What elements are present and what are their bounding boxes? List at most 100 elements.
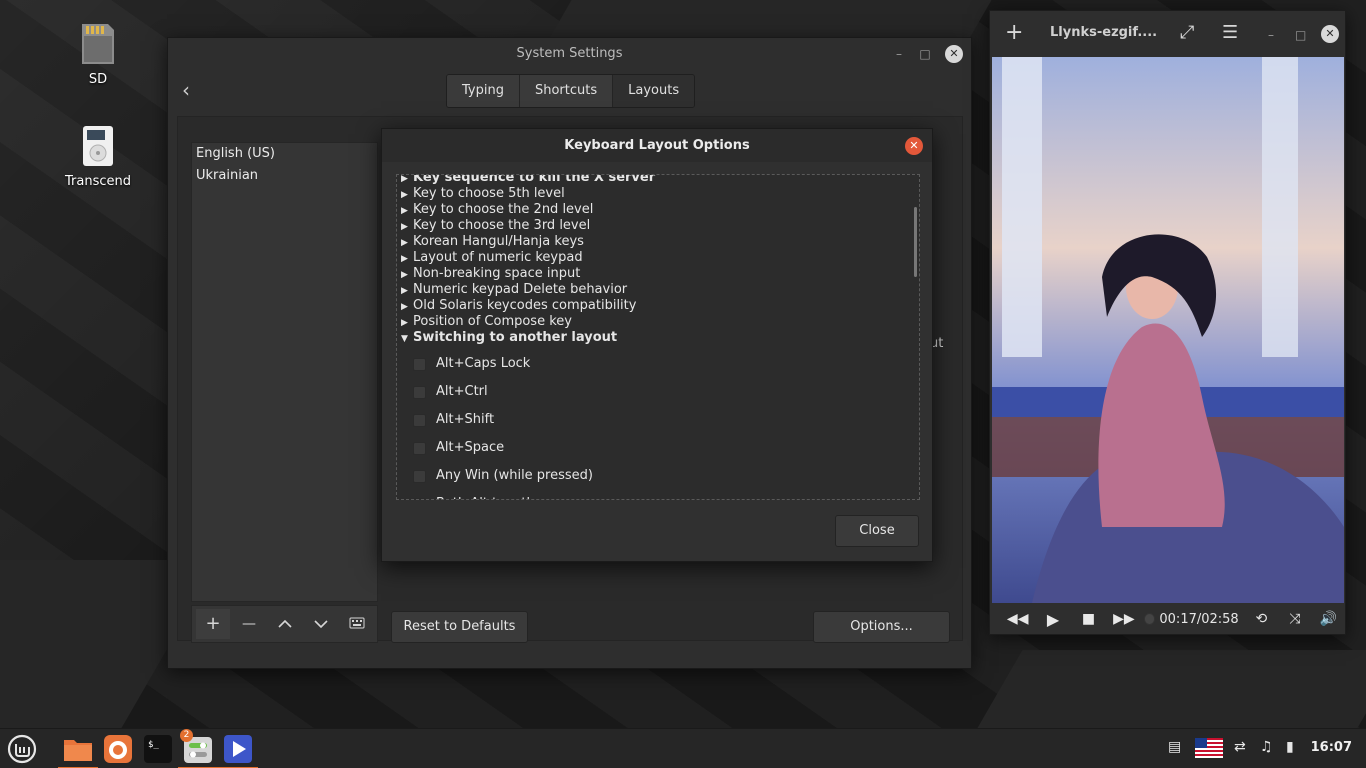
checkbox[interactable] bbox=[413, 497, 426, 499]
tree-item-label: Position of Compose key bbox=[413, 314, 572, 329]
options-button[interactable]: Options... bbox=[813, 611, 950, 643]
tree-item[interactable]: ▶ Key to choose 5th level bbox=[397, 186, 919, 202]
stop-icon[interactable]: ■ bbox=[1071, 611, 1106, 627]
close-icon[interactable]: ✕ bbox=[945, 45, 963, 63]
taskbar: $_ 2 ▤ ⇄ ♫ ▮ 16:07 bbox=[0, 728, 1366, 768]
bg-shape bbox=[977, 650, 1366, 728]
add-layout-button[interactable]: + bbox=[196, 609, 230, 639]
volume-icon[interactable]: 🔊 bbox=[1312, 611, 1345, 627]
notes-icon[interactable]: ▤ bbox=[1168, 739, 1181, 755]
desktop-icon-label: Transcend bbox=[65, 174, 131, 189]
terminal-icon[interactable]: $_ bbox=[142, 733, 174, 765]
sd-card-icon bbox=[78, 22, 118, 66]
clock[interactable]: 16:07 bbox=[1311, 740, 1352, 755]
option-checkbox-row[interactable]: Alt+Ctrl bbox=[397, 378, 919, 406]
expander-right-icon: ▶ bbox=[401, 302, 408, 312]
layout-list: English (US) Ukrainian bbox=[191, 142, 378, 602]
player-titlebar[interactable]: + Llynks-ezgif.... ⤢ ☰ – □ ✕ bbox=[990, 11, 1345, 57]
settings-titlebar[interactable]: System Settings – □ ✕ bbox=[168, 38, 971, 70]
tree-item[interactable]: ▶ Key to choose the 3rd level bbox=[397, 218, 919, 234]
tree-item[interactable]: ▶ Numeric keypad Delete behavior bbox=[397, 282, 919, 298]
fullscreen-icon[interactable]: ⤢ bbox=[1180, 23, 1194, 43]
sound-icon[interactable]: ♫ bbox=[1260, 739, 1273, 755]
tree-item[interactable]: ▶ Layout of numeric keypad bbox=[397, 250, 919, 266]
back-button[interactable]: ‹ bbox=[182, 78, 190, 102]
tree-item-label: Layout of numeric keypad bbox=[413, 250, 583, 265]
bg-shape bbox=[548, 0, 992, 40]
option-checkbox-row[interactable]: Both Alt together bbox=[397, 490, 919, 499]
fast-forward-icon[interactable]: ▶▶ bbox=[1106, 611, 1141, 627]
option-label: Any Win (while pressed) bbox=[436, 468, 593, 483]
firefox-icon[interactable] bbox=[102, 733, 134, 765]
dialog-titlebar[interactable]: Keyboard Layout Options ✕ bbox=[382, 129, 932, 162]
option-label: Alt+Caps Lock bbox=[436, 356, 531, 371]
tree-item-label: Old Solaris keycodes compatibility bbox=[413, 298, 637, 313]
checkbox[interactable] bbox=[413, 385, 426, 399]
tab-bar: Typing Shortcuts Layouts bbox=[446, 74, 696, 108]
tree-item-expanded[interactable]: ▼ Switching to another layout bbox=[397, 330, 919, 346]
layout-list-toolbar: + — bbox=[191, 605, 378, 643]
tab-layouts[interactable]: Layouts bbox=[613, 75, 695, 107]
menu-icon[interactable]: ☰ bbox=[1222, 23, 1238, 43]
expander-right-icon: ▶ bbox=[401, 254, 408, 264]
close-icon[interactable]: ✕ bbox=[1321, 25, 1339, 43]
desktop-icon-sd[interactable]: SD bbox=[58, 22, 138, 87]
video-image bbox=[992, 57, 1344, 603]
play-icon[interactable]: ▶ bbox=[1035, 610, 1070, 629]
close-icon[interactable]: ✕ bbox=[905, 137, 923, 155]
show-layout-button[interactable] bbox=[340, 609, 374, 639]
minimize-icon[interactable]: – bbox=[891, 46, 907, 62]
tab-shortcuts[interactable]: Shortcuts bbox=[519, 75, 614, 107]
keyboard-layout-options-dialog: Keyboard Layout Options ✕ ▶ Key sequence … bbox=[381, 128, 933, 562]
option-checkbox-row[interactable]: Alt+Shift bbox=[397, 406, 919, 434]
tree-item[interactable]: ▶ Key to choose the 2nd level bbox=[397, 202, 919, 218]
desktop-icon-transcend[interactable]: Transcend bbox=[58, 124, 138, 189]
tree-item[interactable]: ▶ Position of Compose key bbox=[397, 314, 919, 330]
tree-item[interactable]: ▶ Key sequence to kill the X server bbox=[397, 175, 919, 186]
media-player-icon[interactable] bbox=[218, 733, 258, 768]
option-label: Both Alt together bbox=[436, 490, 548, 499]
options-tree: ▶ Key sequence to kill the X server ▶ Key … bbox=[396, 174, 920, 500]
player-controls: ◀◀ ▶ ■ ▶▶ 00:17/02:58 ⟲ ⤨ 🔊 bbox=[990, 603, 1345, 635]
mint-menu-icon[interactable] bbox=[6, 733, 38, 765]
checkbox[interactable] bbox=[413, 357, 426, 371]
tree-item-label: Non-breaking space input bbox=[413, 266, 581, 281]
tree-item-label: Key to choose 5th level bbox=[413, 186, 565, 201]
folder-icon[interactable] bbox=[58, 733, 98, 768]
settings-app-icon[interactable]: 2 bbox=[178, 729, 218, 768]
tree-item[interactable]: ▶ Old Solaris keycodes compatibility bbox=[397, 298, 919, 314]
repeat-icon[interactable]: ⟲ bbox=[1245, 611, 1278, 627]
list-item[interactable]: English (US) bbox=[192, 143, 377, 165]
maximize-icon[interactable]: □ bbox=[917, 46, 933, 62]
checkbox[interactable] bbox=[413, 413, 426, 427]
close-button[interactable]: Close bbox=[835, 515, 919, 547]
shuffle-icon[interactable]: ⤨ bbox=[1278, 611, 1311, 627]
keyboard-layout-flag-icon[interactable] bbox=[1195, 738, 1223, 762]
minimize-icon[interactable]: – bbox=[1268, 25, 1274, 45]
checkbox[interactable] bbox=[413, 441, 426, 455]
maximize-icon[interactable]: □ bbox=[1295, 25, 1306, 45]
add-icon[interactable]: + bbox=[1005, 22, 1023, 44]
rewind-icon[interactable]: ◀◀ bbox=[1000, 611, 1035, 627]
option-checkbox-row[interactable]: Alt+Caps Lock bbox=[397, 350, 919, 378]
network-icon[interactable]: ⇄ bbox=[1234, 739, 1246, 755]
keyboard-icon bbox=[349, 617, 365, 629]
option-checkbox-row[interactable]: Any Win (while pressed) bbox=[397, 462, 919, 490]
seek-handle[interactable] bbox=[1143, 613, 1156, 625]
tree-item[interactable]: ▶ Korean Hangul/Hanja keys bbox=[397, 234, 919, 250]
move-up-button[interactable] bbox=[268, 609, 302, 639]
move-down-button[interactable] bbox=[304, 609, 338, 639]
reset-defaults-button[interactable]: Reset to Defaults bbox=[391, 611, 528, 643]
scrollbar[interactable] bbox=[914, 207, 917, 277]
video-frame[interactable] bbox=[992, 57, 1344, 603]
tab-typing[interactable]: Typing bbox=[447, 75, 520, 107]
tree-item[interactable]: ▶ Non-breaking space input bbox=[397, 266, 919, 282]
tree-item-label: Key to choose the 3rd level bbox=[413, 218, 591, 233]
list-item[interactable]: Ukrainian bbox=[192, 165, 377, 187]
tree-item-label: Key to choose the 2nd level bbox=[413, 202, 594, 217]
battery-icon[interactable]: ▮ bbox=[1286, 739, 1294, 755]
expander-right-icon: ▶ bbox=[401, 206, 408, 216]
checkbox[interactable] bbox=[413, 469, 426, 483]
remove-layout-button[interactable]: — bbox=[232, 609, 266, 639]
option-checkbox-row[interactable]: Alt+Space bbox=[397, 434, 919, 462]
